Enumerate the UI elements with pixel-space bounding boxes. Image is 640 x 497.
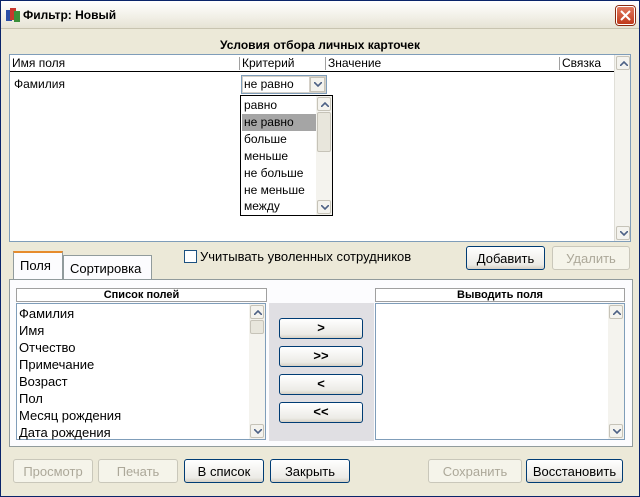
restore-button[interactable]: Восстановить xyxy=(526,459,623,483)
move-all-right-button[interactable]: >> xyxy=(279,346,363,367)
list-item[interactable]: Возраст xyxy=(19,374,68,389)
dropdown-option[interactable]: больше xyxy=(242,131,317,148)
close-window-button[interactable] xyxy=(616,6,635,25)
chevron-down-icon xyxy=(314,82,322,87)
include-fired-label[interactable]: Учитывать уволенных сотрудников xyxy=(200,249,411,264)
scroll-up-button[interactable] xyxy=(250,305,264,319)
chevron-down-icon xyxy=(620,231,628,236)
chevron-up-icon xyxy=(254,310,262,315)
tab-fields[interactable]: Поля xyxy=(13,251,63,280)
move-one-right-button[interactable]: > xyxy=(279,318,363,339)
chevron-up-icon xyxy=(613,310,621,315)
list-item[interactable]: Имя xyxy=(19,323,44,338)
row-field-name[interactable]: Фамилия xyxy=(14,77,65,91)
title-bar[interactable]: Фильтр: Новый xyxy=(1,1,639,29)
list-item[interactable]: Примечание xyxy=(19,357,94,372)
dropdown-option-selected[interactable]: не равно xyxy=(242,114,317,131)
conditions-title: Условия отбора личных карточек xyxy=(220,38,420,52)
scroll-up-button[interactable] xyxy=(616,56,630,70)
move-all-left-button[interactable]: << xyxy=(279,402,363,423)
include-fired-checkbox[interactable] xyxy=(184,250,197,263)
save-button[interactable]: Сохранить xyxy=(428,459,522,483)
app-icon xyxy=(5,7,21,23)
scroll-down-button[interactable] xyxy=(317,200,331,214)
combo-dropdown-button[interactable] xyxy=(310,77,325,92)
print-button[interactable]: Печать xyxy=(98,459,178,483)
chevron-up-icon xyxy=(620,61,628,66)
dropdown-scrollbar[interactable] xyxy=(316,96,332,215)
dropdown-option[interactable]: не меньше xyxy=(242,182,317,199)
dropdown-option[interactable]: равно xyxy=(242,97,317,114)
chevron-down-icon xyxy=(254,429,262,434)
column-separator[interactable] xyxy=(325,57,326,70)
filter-window: Фильтр: Новый Условия отбора личных карт… xyxy=(0,0,640,497)
criterion-combobox[interactable]: не равно xyxy=(241,75,327,94)
list-item[interactable]: Дата рождения xyxy=(19,425,111,440)
add-button[interactable]: Добавить xyxy=(466,246,545,270)
dropdown-option[interactable]: меньше xyxy=(242,148,317,165)
column-separator[interactable] xyxy=(559,57,560,70)
list-item[interactable]: Отчество xyxy=(19,340,76,355)
close-icon xyxy=(620,10,631,21)
column-header-value[interactable]: Значение xyxy=(328,56,381,70)
column-header-criterion[interactable]: Критерий xyxy=(242,56,294,70)
list-item[interactable]: Фамилия xyxy=(19,306,74,321)
scroll-thumb[interactable] xyxy=(250,320,264,334)
output-list-scrollbar[interactable] xyxy=(608,304,624,439)
close-button[interactable]: Закрыть xyxy=(270,459,350,483)
scroll-up-button[interactable] xyxy=(609,305,623,319)
window-title: Фильтр: Новый xyxy=(23,8,117,22)
column-header-link[interactable]: Связка xyxy=(562,56,601,70)
column-header-field[interactable]: Имя поля xyxy=(12,56,65,70)
delete-button[interactable]: Удалить xyxy=(552,246,630,270)
scroll-down-button[interactable] xyxy=(616,226,630,240)
grid-header: Имя поля Критерий Значение Связка xyxy=(10,55,615,72)
scroll-down-button[interactable] xyxy=(609,424,623,438)
column-separator[interactable] xyxy=(239,57,240,70)
dropdown-option[interactable]: между xyxy=(242,199,317,214)
scroll-thumb[interactable] xyxy=(317,112,331,152)
scroll-up-button[interactable] xyxy=(317,97,331,111)
move-one-left-button[interactable]: < xyxy=(279,374,363,395)
list-item[interactable]: Месяц рождения xyxy=(19,408,121,423)
to-list-button[interactable]: В список xyxy=(184,459,264,483)
tab-sorting[interactable]: Сортировка xyxy=(63,255,152,280)
criterion-value[interactable]: не равно xyxy=(243,77,309,92)
fields-listbox[interactable]: Фамилия Имя Отчество Примечание Возраст … xyxy=(16,303,266,440)
grid-scrollbar[interactable] xyxy=(614,55,630,241)
output-list-header: Выводить поля xyxy=(375,288,625,302)
chevron-down-icon xyxy=(613,429,621,434)
output-listbox[interactable] xyxy=(375,303,625,440)
move-buttons-panel: > >> < << xyxy=(269,303,374,441)
chevron-up-icon xyxy=(321,102,329,107)
chevron-down-icon xyxy=(321,205,329,210)
scroll-down-button[interactable] xyxy=(250,424,264,438)
list-item[interactable]: Пол xyxy=(19,391,43,406)
fields-list-scrollbar[interactable] xyxy=(249,304,265,439)
preview-button[interactable]: Просмотр xyxy=(13,459,93,483)
criterion-dropdown-list[interactable]: равно не равно больше меньше не больше н… xyxy=(240,95,333,216)
fields-list-header: Список полей xyxy=(16,288,267,302)
dropdown-option[interactable]: не больше xyxy=(242,165,317,182)
